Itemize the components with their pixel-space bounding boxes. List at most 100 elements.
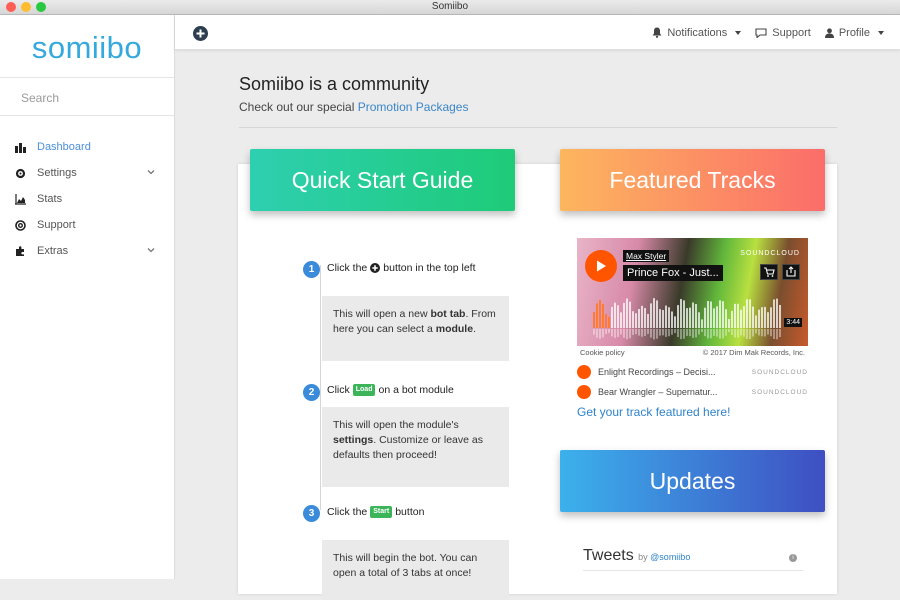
bell-icon [652, 27, 662, 38]
step-title: Click the Start button [327, 506, 424, 518]
sidebar-item-label: Support [37, 219, 76, 231]
sidebar-item-label: Settings [37, 167, 77, 179]
play-button[interactable] [585, 250, 617, 282]
support-link[interactable]: Support [755, 27, 811, 39]
tweets-header: Tweets by @somiibo i [583, 547, 803, 571]
maximize-window-button[interactable] [36, 2, 46, 12]
soundcloud-logo: SOUNDCLOUD [751, 368, 808, 376]
step-title: Click the button in the top left [327, 262, 476, 274]
updates-banner: Updates [560, 450, 825, 512]
support-label: Support [772, 26, 811, 39]
step-text: on a bot module [378, 384, 454, 396]
step-body: This will open the module's [333, 419, 459, 431]
chevron-down-icon[interactable] [146, 167, 156, 177]
sidebar-item-stats[interactable]: Stats [0, 186, 174, 212]
cart-icon [764, 267, 775, 277]
minimize-window-button[interactable] [21, 2, 31, 12]
dashboard-icon [14, 141, 27, 154]
sidebar-nav: Dashboard Settings Stats Support Extras [0, 116, 174, 264]
notifications-menu[interactable]: Notifications [652, 26, 742, 39]
tweets-handle-link[interactable]: @somiibo [650, 552, 690, 562]
chevron-down-icon[interactable] [146, 245, 156, 255]
promotion-packages-link[interactable]: Promotion Packages [358, 100, 469, 114]
window-controls [6, 2, 46, 12]
main-content: Somiibo is a community Check out our spe… [175, 50, 900, 600]
step-body-bold: settings [333, 434, 374, 446]
sidebar-item-support[interactable]: Support [0, 212, 174, 238]
new-bot-tab-button[interactable] [193, 26, 208, 41]
soundcloud-player[interactable]: Max Styler Prince Fox - Just... SOUNDCLO… [577, 238, 808, 360]
steps-timeline [320, 265, 321, 510]
track-title[interactable]: Prince Fox - Just... [623, 265, 723, 281]
logo[interactable]: somiibo [0, 15, 174, 78]
featured-tracks-banner: Featured Tracks [560, 149, 825, 211]
track-list-title: Enlight Recordings – Decisi... [598, 367, 716, 377]
subtitle-text: Check out our special [239, 100, 358, 114]
puzzle-icon [14, 245, 27, 258]
player-actions [760, 264, 800, 280]
soundcloud-brand[interactable]: SOUNDCLOUD [740, 250, 800, 257]
notifications-label: Notifications [667, 26, 728, 39]
track-artist[interactable]: Max Styler [623, 250, 670, 262]
profile-menu[interactable]: Profile [824, 26, 884, 39]
sidebar-item-dashboard[interactable]: Dashboard [0, 134, 174, 160]
soundcloud-logo: SOUNDCLOUD [751, 388, 808, 396]
step-number: 1 [303, 261, 320, 278]
track-duration: 3:44 [784, 318, 802, 327]
share-button[interactable] [782, 264, 800, 280]
page-title: Somiibo is a community [239, 74, 430, 94]
caret-down-icon [735, 30, 742, 35]
start-tag: Start [370, 506, 393, 518]
info-icon[interactable]: i [789, 554, 797, 562]
sidebar: somiibo Search Dashboard Settings Stats [0, 15, 175, 579]
top-nav-links: Notifications Support Profile [652, 15, 884, 50]
get-featured-link[interactable]: Get your track featured here! [577, 405, 730, 419]
window-title: Somiibo [431, 1, 469, 12]
share-icon [786, 266, 796, 277]
tweets-by-text: by [638, 552, 648, 562]
plus-circle-icon [370, 263, 381, 273]
player-footer: Cookie policy © 2017 Dim Mak Records, In… [577, 346, 808, 360]
step-title: Click Load on a bot module [327, 384, 454, 396]
load-tag: Load [352, 384, 376, 396]
step-number: 2 [303, 384, 320, 401]
step-body-bold: bot tab [430, 308, 466, 320]
user-icon [824, 27, 834, 38]
sidebar-item-label: Dashboard [37, 141, 91, 153]
top-navbar: Notifications Support Profile [175, 15, 900, 50]
step-body: This will begin the bot. You can open a … [333, 552, 478, 579]
tweets-label: Tweets [583, 547, 634, 564]
sidebar-item-settings[interactable]: Settings [0, 160, 174, 186]
step-body: This will open a new [333, 308, 431, 320]
step-body: . [473, 323, 476, 335]
step-description: This will open the module's settings. Cu… [322, 407, 509, 487]
step-number: 3 [303, 505, 320, 522]
step-text: button [395, 506, 425, 518]
track-list-item[interactable]: Enlight Recordings – Decisi... SOUNDCLOU… [577, 363, 808, 381]
cookie-policy-link[interactable]: Cookie policy [580, 348, 625, 358]
gear-icon [14, 167, 27, 180]
chat-icon [755, 27, 767, 38]
waveform[interactable] [593, 298, 783, 340]
step-text: Click the [327, 262, 368, 274]
track-list-item[interactable]: Bear Wrangler – Supernatur... SOUNDCLOUD [577, 383, 808, 401]
caret-down-icon [878, 30, 884, 35]
search-input[interactable]: Search [0, 78, 174, 116]
play-icon [597, 260, 606, 272]
sidebar-item-extras[interactable]: Extras [0, 238, 174, 264]
step-description: This will begin the bot. You can open a … [322, 540, 509, 600]
profile-label: Profile [838, 26, 870, 39]
sidebar-item-label: Extras [37, 245, 69, 257]
step-description: This will open a new bot tab. From here … [322, 296, 509, 361]
step-text: button in the top left [383, 262, 476, 274]
tweets-by: by @somiibo [638, 552, 690, 562]
chart-icon [14, 193, 27, 206]
play-icon[interactable] [577, 385, 591, 399]
step-text: Click [327, 384, 350, 396]
quick-start-banner: Quick Start Guide [250, 149, 515, 211]
step-text: Click the [327, 506, 368, 518]
lifebuoy-icon [14, 219, 27, 232]
play-icon[interactable] [577, 365, 591, 379]
buy-button[interactable] [760, 264, 778, 280]
close-window-button[interactable] [6, 2, 16, 12]
